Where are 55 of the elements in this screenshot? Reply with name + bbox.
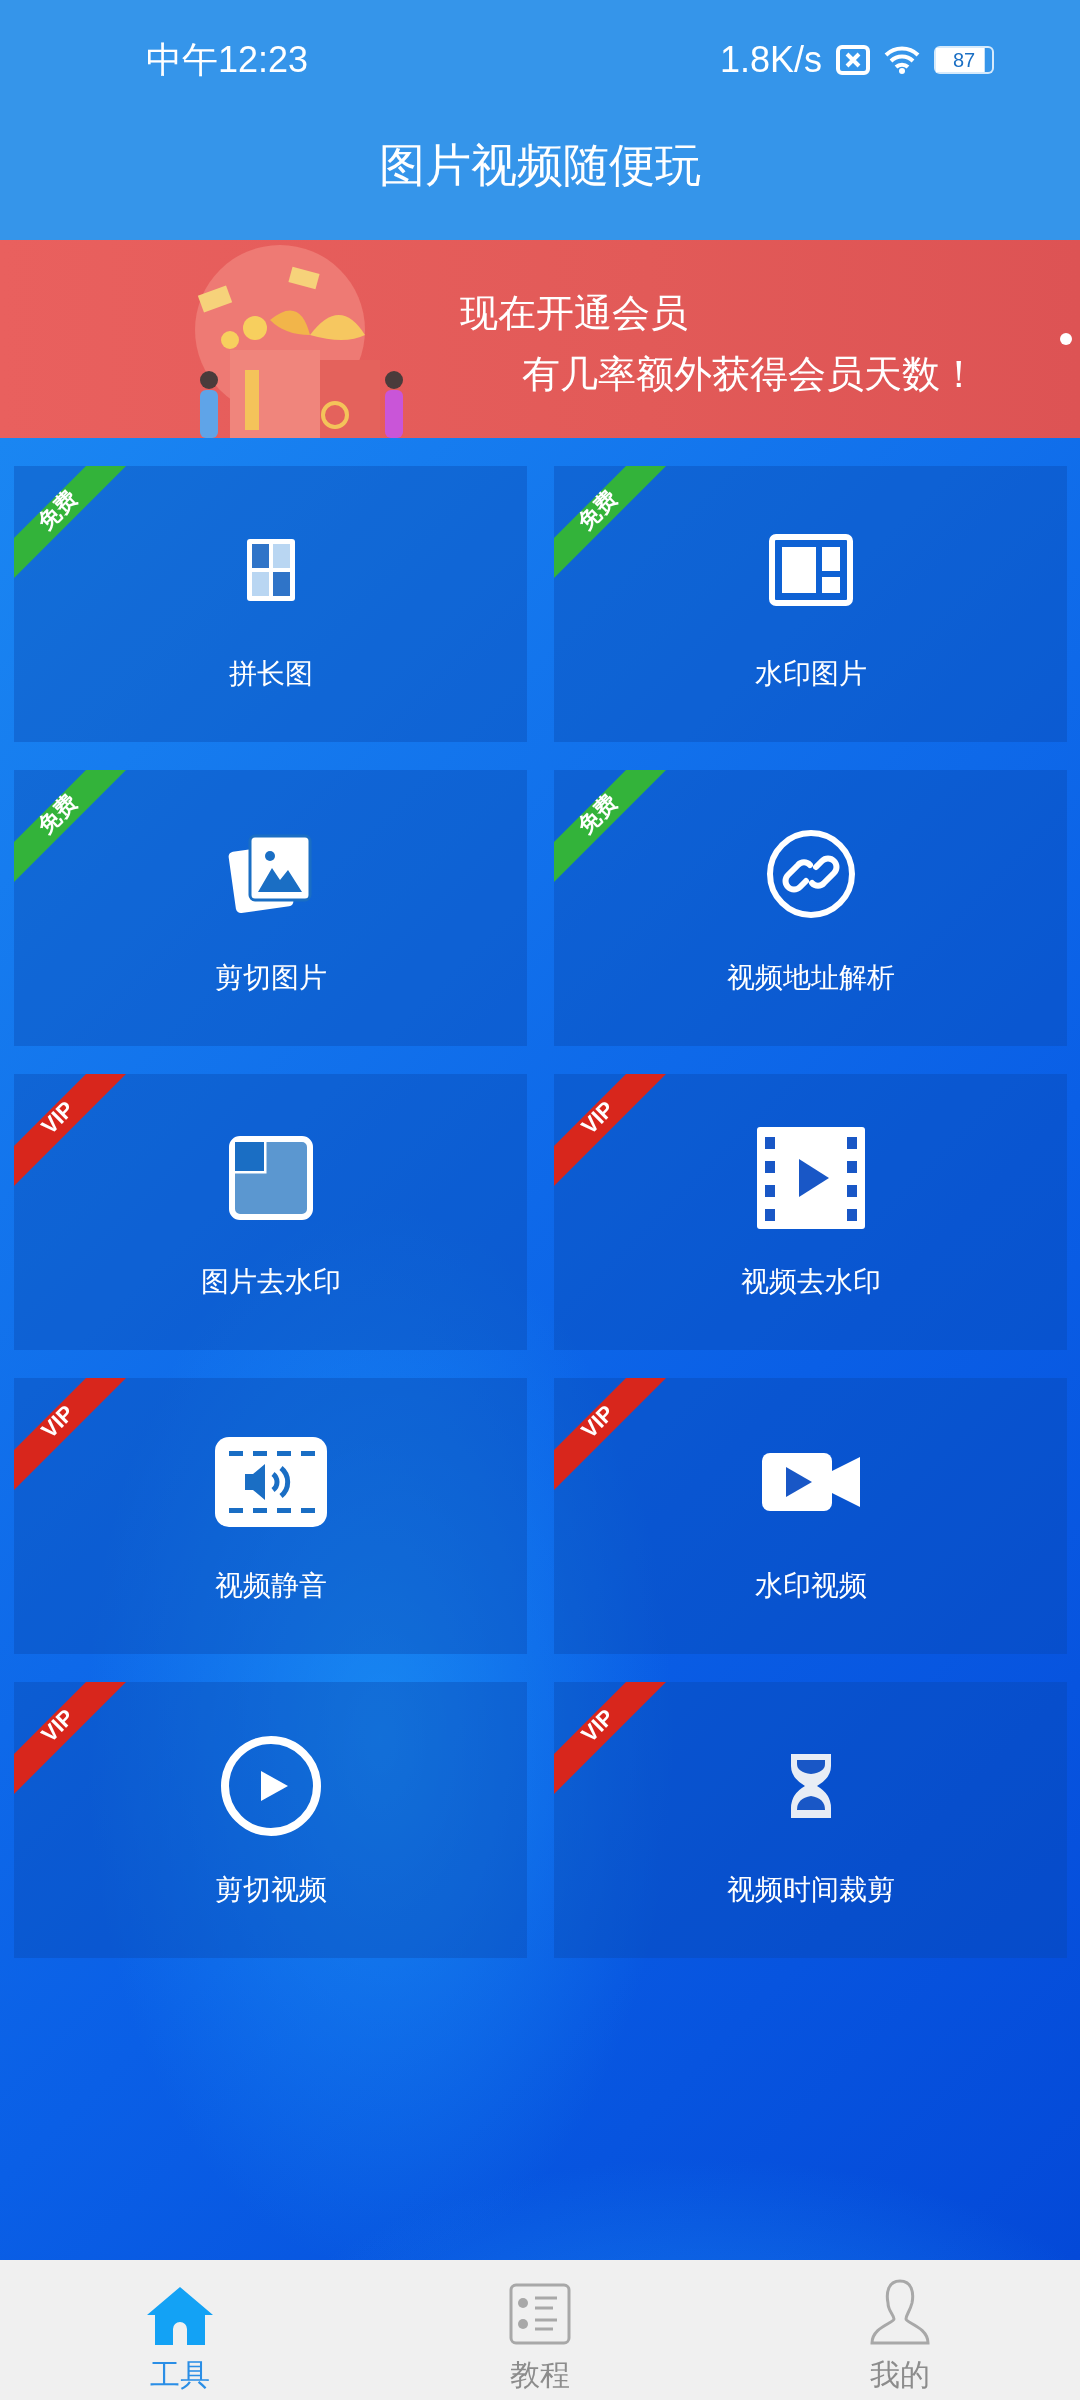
nav-tab[interactable]: 我的 xyxy=(720,2260,1080,2400)
carousel-dot[interactable] xyxy=(1060,333,1072,345)
tool-label: 图片去水印 xyxy=(200,1264,341,1300)
tool-tile[interactable]: 拼长图 免费 xyxy=(14,466,527,742)
ribbon-label: VIP xyxy=(37,1097,79,1139)
image-frame-icon xyxy=(227,1135,314,1221)
tool-label: 视频静音 xyxy=(214,1568,327,1604)
tool-tile[interactable]: 剪切图片 免费 xyxy=(14,770,527,1046)
list-icon xyxy=(509,2283,571,2345)
tool-tile[interactable]: 水印图片 免费 xyxy=(554,466,1067,742)
photos-icon xyxy=(227,834,314,914)
tool-tile[interactable]: 水印视频 VIP xyxy=(554,1378,1067,1654)
tool-tile[interactable]: 视频地址解析 免费 xyxy=(554,770,1067,1046)
nav-tab[interactable]: 工具 xyxy=(0,2260,360,2400)
clock: 中午12:23 xyxy=(146,37,309,82)
battery-icon: 87 xyxy=(934,46,994,74)
tool-tile[interactable]: 视频去水印 VIP xyxy=(554,1074,1067,1350)
tool-label: 剪切图片 xyxy=(214,960,327,996)
nav-tab[interactable]: 教程 xyxy=(360,2260,720,2400)
no-sim-icon xyxy=(836,45,870,75)
ribbon-label: VIP xyxy=(37,1401,79,1443)
ribbon-label: VIP xyxy=(577,1097,619,1139)
tool-tile[interactable]: 剪切视频 VIP xyxy=(14,1682,527,1958)
speaker-icon xyxy=(214,1437,327,1527)
grid-icon xyxy=(244,537,297,603)
person-icon xyxy=(870,2279,930,2345)
wifi-icon xyxy=(884,46,920,74)
hourglass-icon xyxy=(788,1752,833,1820)
tool-label: 水印视频 xyxy=(754,1568,867,1604)
tool-label: 拼长图 xyxy=(228,656,313,692)
home-icon xyxy=(147,2287,213,2345)
app-title: 图片视频随便玩 xyxy=(378,137,702,194)
network-speed: 1.8K/s xyxy=(719,39,822,81)
ribbon-label: VIP xyxy=(577,1705,619,1747)
tool-label: 视频去水印 xyxy=(740,1264,881,1300)
ribbon-label: VIP xyxy=(37,1705,79,1747)
link-icon xyxy=(765,829,856,919)
tool-label: 剪切视频 xyxy=(214,1872,327,1908)
ribbon-label: 免费 xyxy=(34,790,82,838)
banner-subline: 有几率额外获得会员天数！ xyxy=(522,351,978,398)
video-camera-icon xyxy=(761,1453,860,1511)
tool-label: 视频时间裁剪 xyxy=(726,1872,895,1908)
play-circle-icon xyxy=(219,1735,322,1837)
ribbon-label: VIP xyxy=(577,1401,619,1443)
tool-label: 视频地址解析 xyxy=(726,960,895,996)
ribbon-label: 免费 xyxy=(574,790,622,838)
tool-label: 水印图片 xyxy=(754,656,867,692)
tool-tile[interactable]: 图片去水印 VIP xyxy=(14,1074,527,1350)
ribbon-label: 免费 xyxy=(34,486,82,534)
film-play-icon xyxy=(756,1127,865,1229)
tool-tile[interactable]: 视频静音 VIP xyxy=(14,1378,527,1654)
layout-icon xyxy=(768,534,853,606)
tool-tile[interactable]: 视频时间裁剪 VIP xyxy=(554,1682,1067,1958)
banner-headline: 现在开通会员 xyxy=(460,290,689,337)
ribbon-label: 免费 xyxy=(574,486,622,534)
